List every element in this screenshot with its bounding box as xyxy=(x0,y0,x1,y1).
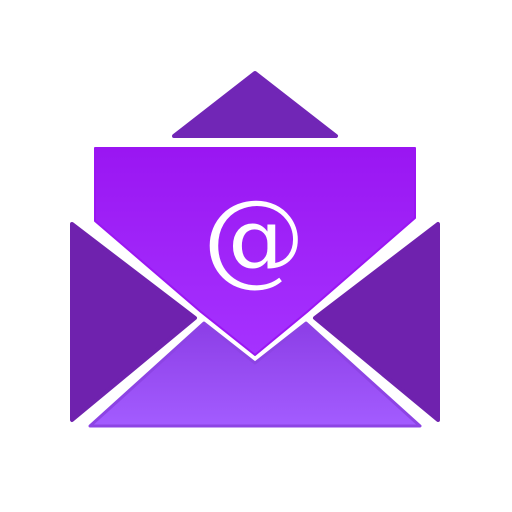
app-icon-canvas: @ xyxy=(0,0,512,512)
envelope-icon: @ xyxy=(70,71,440,428)
at-symbol: @ xyxy=(203,179,305,298)
envelope-top-flap xyxy=(172,71,338,138)
